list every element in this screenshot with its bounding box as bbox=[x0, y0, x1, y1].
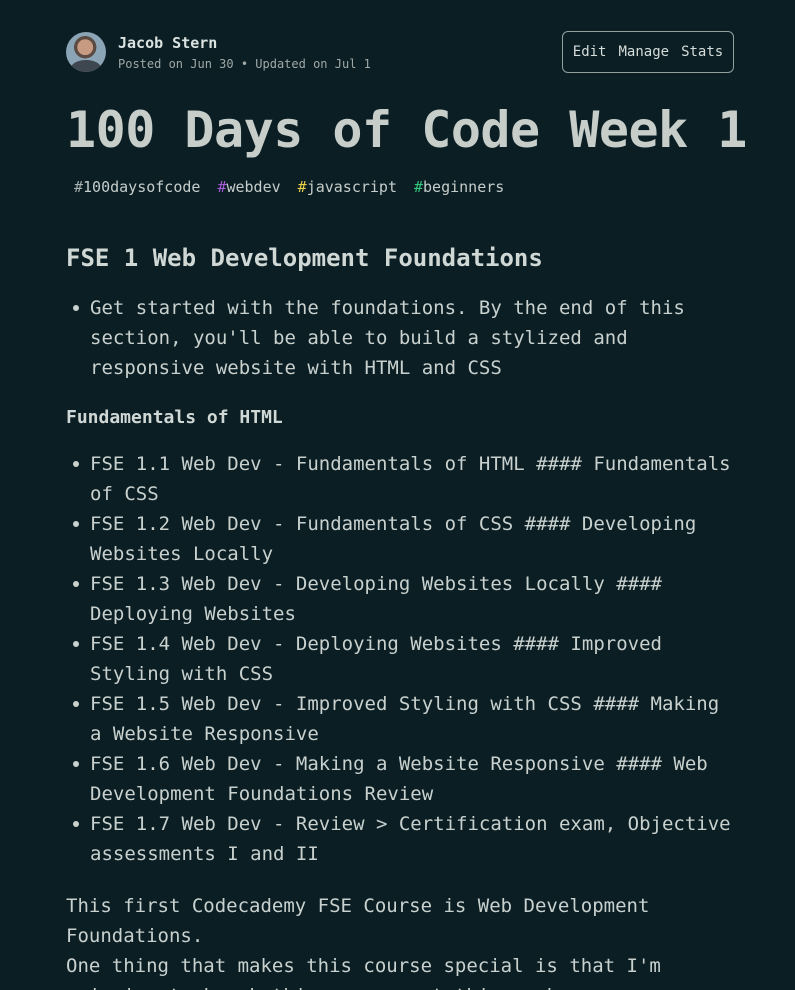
list-item: FSE 1.4 Web Dev - Deploying Websites ###… bbox=[66, 629, 734, 689]
tag-webdev[interactable]: #webdev bbox=[209, 176, 288, 198]
tag-hash: # bbox=[74, 178, 84, 196]
tag-100daysofcode[interactable]: #100daysofcode bbox=[66, 176, 208, 198]
edit-button[interactable]: Edit bbox=[573, 44, 607, 60]
section-heading: FSE 1 Web Development Foundations bbox=[66, 244, 543, 272]
tag-hash: # bbox=[414, 178, 424, 196]
list-item: FSE 1.3 Web Dev - Developing Websites Lo… bbox=[66, 569, 734, 629]
manage-button[interactable]: Manage bbox=[618, 44, 669, 60]
list-item: FSE 1.7 Web Dev - Review > Certification… bbox=[66, 809, 734, 869]
tag-label: javascript bbox=[306, 178, 397, 196]
tag-label: beginners bbox=[423, 178, 505, 196]
avatar[interactable] bbox=[66, 32, 106, 72]
author-name[interactable]: Jacob Stern bbox=[118, 34, 371, 52]
list-item: FSE 1.6 Web Dev - Making a Website Respo… bbox=[66, 749, 734, 809]
list-item: FSE 1.2 Web Dev - Fundamentals of CSS ##… bbox=[66, 509, 734, 569]
paragraph: This first Codecademy FSE Course is Web … bbox=[66, 894, 650, 947]
author-text: Jacob Stern Posted on Jun 30 • Updated o… bbox=[118, 34, 371, 72]
sub-heading: Fundamentals of HTML bbox=[66, 406, 283, 428]
tag-label: 100daysofcode bbox=[83, 178, 201, 196]
post-meta: Posted on Jun 30 • Updated on Jul 1 bbox=[118, 56, 371, 71]
article-page: Jacob Stern Posted on Jun 30 • Updated o… bbox=[66, 31, 747, 990]
avatar-shirt bbox=[71, 60, 101, 72]
stats-button[interactable]: Stats bbox=[681, 44, 723, 60]
author-row: Jacob Stern Posted on Jun 30 • Updated o… bbox=[66, 31, 734, 73]
list-item: Get started with the foundations. By the… bbox=[66, 293, 734, 383]
article-body-text: This first Codecademy FSE Course is Web … bbox=[66, 891, 734, 990]
author-info: Jacob Stern Posted on Jun 30 • Updated o… bbox=[66, 32, 371, 72]
list-item: FSE 1.1 Web Dev - Fundamentals of HTML #… bbox=[66, 449, 734, 509]
course-list: FSE 1.1 Web Dev - Fundamentals of HTML #… bbox=[66, 449, 734, 869]
tag-beginners[interactable]: #beginners bbox=[406, 176, 512, 198]
tag-list: #100daysofcode #webdev #javascript #begi… bbox=[66, 176, 734, 198]
tag-hash: # bbox=[297, 178, 307, 196]
paragraph: One thing that makes this course special… bbox=[66, 954, 661, 990]
tag-javascript[interactable]: #javascript bbox=[290, 176, 405, 198]
article-actions: Edit Manage Stats bbox=[562, 31, 734, 73]
intro-list: Get started with the foundations. By the… bbox=[66, 293, 734, 383]
list-item: FSE 1.5 Web Dev - Improved Styling with … bbox=[66, 689, 734, 749]
tag-label: webdev bbox=[226, 178, 281, 196]
article-title: 100 Days of Code Week 1 bbox=[66, 101, 747, 159]
